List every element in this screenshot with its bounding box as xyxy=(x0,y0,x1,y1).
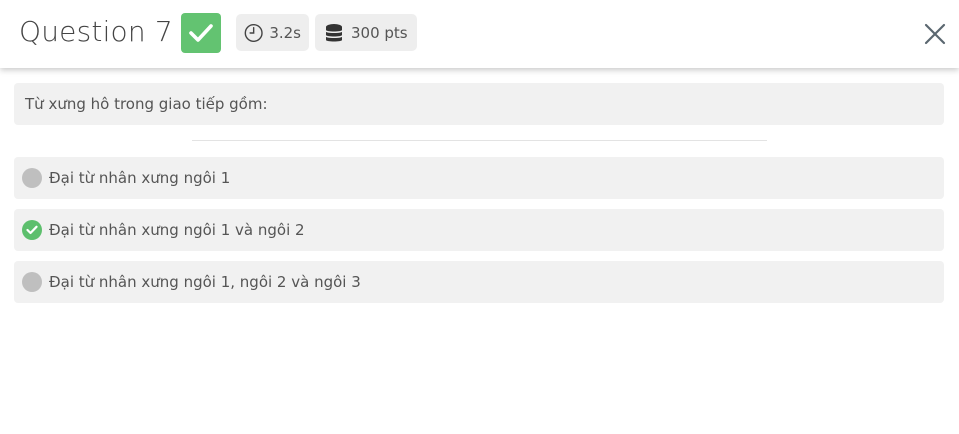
close-button[interactable] xyxy=(919,18,951,50)
time-chip: 3.2s xyxy=(236,14,309,51)
question-header: Question 7 3.2s 300 pts xyxy=(0,0,959,68)
question-text-box: Từ xưng hô trong giao tiếp gồm: xyxy=(14,83,944,125)
coins-icon xyxy=(325,23,343,41)
correct-status-badge xyxy=(181,13,221,53)
answer-option-1[interactable]: Đại từ nhân xưng ngôi 1 xyxy=(14,157,944,199)
correct-check-icon xyxy=(22,220,42,240)
answer-option-label: Đại từ nhân xưng ngôi 1 xyxy=(49,169,231,187)
answer-option-label: Đại từ nhân xưng ngôi 1, ngôi 2 và ngôi … xyxy=(49,273,361,291)
divider xyxy=(192,140,767,141)
question-text: Từ xưng hô trong giao tiếp gồm: xyxy=(25,95,268,113)
unselected-indicator-icon xyxy=(22,272,42,292)
answer-option-2[interactable]: Đại từ nhân xưng ngôi 1 và ngôi 2 xyxy=(14,209,944,251)
points-chip: 300 pts xyxy=(315,14,417,51)
question-content: Từ xưng hô trong giao tiếp gồm: Đại từ n… xyxy=(0,68,959,434)
answer-option-label: Đại từ nhân xưng ngôi 1 và ngôi 2 xyxy=(49,221,305,239)
unselected-indicator-icon xyxy=(22,168,42,188)
clock-icon xyxy=(244,23,263,42)
time-value: 3.2s xyxy=(269,23,301,42)
answer-option-3[interactable]: Đại từ nhân xưng ngôi 1, ngôi 2 và ngôi … xyxy=(14,261,944,303)
question-title: Question 7 xyxy=(19,15,173,48)
check-icon xyxy=(189,24,213,42)
close-icon xyxy=(924,23,946,45)
points-value: 300 pts xyxy=(351,23,408,42)
